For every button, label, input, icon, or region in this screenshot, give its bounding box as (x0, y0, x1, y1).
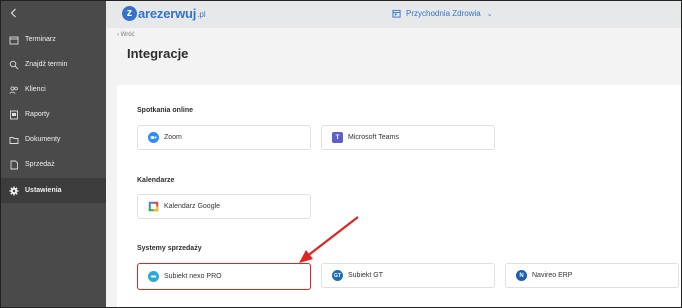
sidebar-item-sprzedaz[interactable]: Sprzedaż (1, 152, 106, 177)
page-title: Integracje (127, 46, 189, 61)
sidebar-item-dokumenty[interactable]: Dokumenty (1, 127, 106, 152)
sidebar-item-ustawienia[interactable]: Ustawienia (1, 178, 106, 203)
integration-card-zoom[interactable]: Zoom (137, 125, 311, 150)
logo-suffix: .pl (197, 10, 206, 19)
chevron-left-icon[interactable] (9, 6, 23, 20)
clinic-name: Przychodnia Zdrowia (406, 9, 481, 18)
subiekt-nexo-icon (148, 271, 159, 282)
app-window: Terminarz Znajdź termin Klienci Raporty (0, 0, 682, 308)
teams-icon: T (332, 132, 343, 143)
section-title-calendars: Kalendarze (137, 177, 175, 184)
chevron-down-icon: ⌄ (486, 10, 493, 18)
sidebar-item-raporty[interactable]: Raporty (1, 102, 106, 127)
card-label: Subiekt nexo PRO (164, 273, 222, 280)
integration-card-google-calendar[interactable]: Kalendarz Google (137, 194, 311, 219)
report-icon (9, 110, 19, 120)
sidebar-item-label: Sprzedaż (25, 161, 55, 168)
sidebar-item-label: Dokumenty (25, 136, 61, 143)
search-icon (9, 60, 19, 70)
card-label: Zoom (164, 134, 182, 141)
navireo-icon: N (516, 270, 527, 281)
google-calendar-icon (148, 201, 159, 212)
card-label: Navireo ERP (532, 272, 573, 279)
integrations-panel: Spotkania online Zoom T Microsoft Teams … (117, 85, 681, 307)
integration-card-subiekt-nexo-pro[interactable]: Subiekt nexo PRO (137, 263, 311, 290)
section-title-online: Spotkania online (137, 107, 194, 114)
back-link[interactable]: ‹ Wróć (117, 32, 135, 38)
integration-card-microsoft-teams[interactable]: T Microsoft Teams (321, 125, 495, 150)
gear-icon (9, 186, 19, 196)
sidebar-item-label: Ustawienia (25, 187, 62, 194)
sidebar-item-label: Raporty (25, 111, 50, 118)
clinic-calendar-icon (392, 9, 401, 18)
zoom-icon (148, 132, 159, 143)
integration-card-navireo-erp[interactable]: N Navireo ERP (505, 263, 679, 288)
sidebar-item-znajdz-termin[interactable]: Znajdź termin (1, 52, 106, 77)
integration-card-subiekt-gt[interactable]: GT Subiekt GT (321, 263, 495, 288)
card-label: Microsoft Teams (348, 134, 399, 141)
users-icon (9, 85, 19, 95)
calendar-icon (9, 35, 19, 45)
sidebar-item-label: Terminarz (25, 36, 56, 43)
sidebar: Terminarz Znajdź termin Klienci Raporty (1, 1, 106, 307)
sidebar-item-terminarz[interactable]: Terminarz (1, 27, 106, 52)
clinic-selector[interactable]: Przychodnia Zdrowia ⌄ (392, 9, 493, 18)
sidebar-item-label: Klienci (25, 86, 46, 93)
section-title-sales: Systemy sprzedaży (137, 245, 202, 252)
back-label: Wróć (120, 32, 135, 38)
top-bar: z arezerwuj .pl Przychodnia Zdrowia ⌄ (106, 1, 681, 28)
card-label: Subiekt GT (348, 272, 384, 279)
subiekt-gt-icon: GT (332, 270, 343, 281)
sidebar-item-label: Znajdź termin (25, 61, 68, 68)
logo-mark: z (122, 6, 137, 21)
logo-text: arezerwuj (138, 6, 197, 21)
sidebar-item-klienci[interactable]: Klienci (1, 77, 106, 102)
document-icon (9, 160, 19, 170)
card-label: Kalendarz Google (164, 203, 221, 210)
folder-icon (9, 135, 19, 145)
logo[interactable]: z arezerwuj .pl (122, 6, 206, 21)
